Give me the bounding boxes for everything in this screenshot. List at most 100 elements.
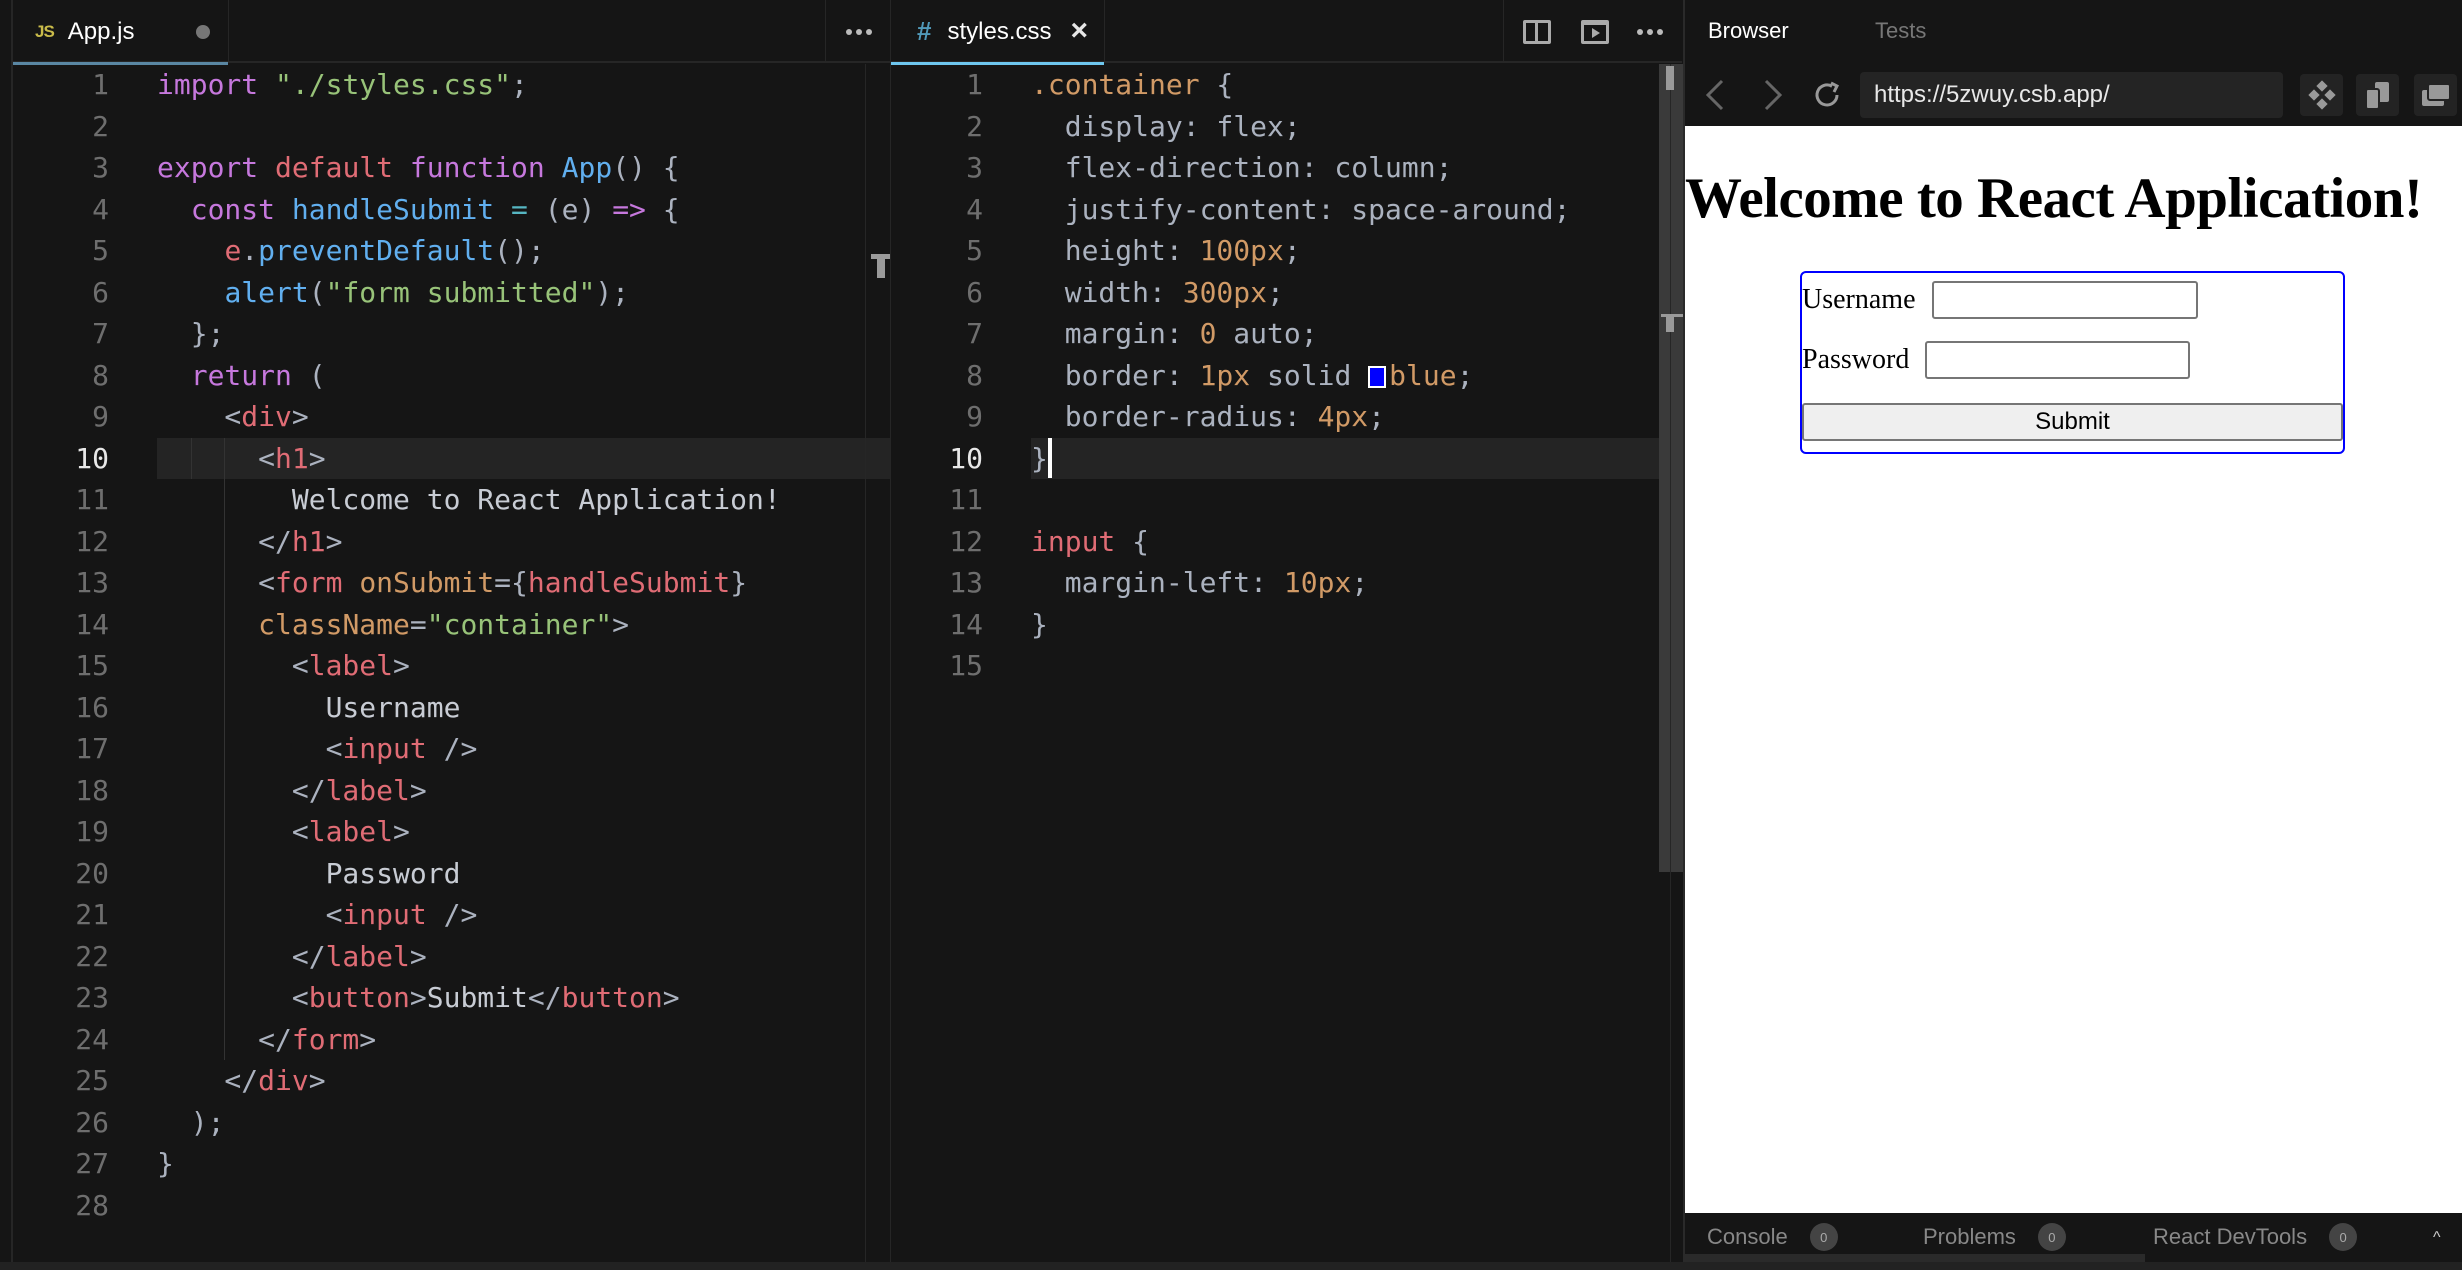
line-number: 14 (75, 607, 109, 641)
react-devtools-count-badge: 0 (2329, 1223, 2358, 1251)
code-editor-styles-css[interactable]: 1 .container {2 display: flex; 3 flex-dire… (891, 64, 1682, 1262)
code-line[interactable]: 27} (13, 1143, 890, 1185)
code-text: input { (1031, 524, 1150, 558)
code-line[interactable]: 19 <label> (13, 811, 890, 853)
line-number: 26 (75, 1105, 109, 1139)
code-line[interactable]: 13 margin-left: 10px; (891, 562, 1682, 604)
code-line[interactable]: 10} (891, 437, 1682, 479)
code-line[interactable]: 4 const handleSubmit = (e) => { (13, 189, 890, 231)
back-button[interactable] (1695, 72, 1735, 118)
indent-guide (224, 437, 225, 1060)
code-line[interactable]: 23 <button>Submit</button> (13, 977, 890, 1019)
color-swatch-icon[interactable] (1368, 365, 1387, 388)
code-line[interactable]: 9 border-radius: 4px; (891, 396, 1682, 438)
minimap-divider (865, 64, 866, 1262)
tab-problems[interactable]: Problems 0 (1923, 1223, 2066, 1251)
line-number: 17 (75, 732, 109, 765)
scroll-marker-stem (1666, 316, 1674, 332)
code-line[interactable]: 15 (891, 645, 1682, 687)
username-input[interactable] (1931, 281, 2198, 319)
code-line[interactable]: 22 </label> (13, 936, 890, 978)
code-line[interactable]: 1 import "./styles.css"; (13, 64, 890, 106)
code-text: const handleSubmit = (e) => { (190, 192, 680, 226)
url-input[interactable]: https://5zwuy.csb.app/ (1860, 72, 2283, 118)
code-line[interactable]: 13 <form onSubmit={handleSubmit} (13, 562, 890, 604)
line-number: 18 (75, 773, 109, 807)
code-editor-app-js[interactable]: 1 import "./styles.css"; 2 3 export default … (13, 64, 890, 1262)
code-line[interactable]: 11 Welcome to React Application! (13, 479, 890, 521)
code-line[interactable]: 15 <label> (13, 645, 890, 687)
tab-console[interactable]: Console 0 (1707, 1223, 1838, 1251)
copy-icon (2365, 82, 2389, 110)
password-label: Password (1802, 344, 1910, 375)
code-line[interactable]: 12 input { (891, 521, 1682, 563)
code-line[interactable]: 20 Password (13, 853, 890, 895)
tab-styles-css[interactable]: # styles.css × (891, 0, 1105, 65)
code-line[interactable]: 8 return ( (13, 355, 890, 397)
submit-button[interactable]: Submit (1802, 403, 2343, 441)
line-number: 7 (966, 317, 983, 350)
line-number: 4 (966, 192, 983, 226)
more-actions-button[interactable] (1617, 0, 1683, 63)
code-text: e.preventDefault(); (224, 234, 545, 267)
password-input[interactable] (1925, 341, 2191, 379)
code-line[interactable]: 11 (891, 479, 1682, 521)
code-line[interactable]: 28 (13, 1185, 890, 1227)
code-line[interactable]: 3 flex-direction: column; (891, 147, 1682, 189)
editor-tabbar: JS App.js (13, 0, 891, 65)
code-text: <input /> (157, 898, 478, 931)
code-line[interactable]: 17 <input /> (13, 728, 890, 770)
open-preview-icon[interactable] (1581, 20, 1609, 44)
code-line[interactable]: 6 alert("form submitted"); (13, 272, 890, 314)
tab-browser[interactable]: Browser (1708, 18, 1789, 44)
unsaved-dot-icon[interactable] (196, 25, 210, 39)
line-number: 10 (949, 441, 983, 475)
devtools-button[interactable] (2300, 74, 2343, 116)
more-actions-button[interactable] (825, 0, 891, 63)
code-line[interactable]: 14 className="container"> (13, 604, 890, 646)
code-line[interactable]: 16 Username (13, 687, 890, 729)
close-tab-icon[interactable]: × (1070, 14, 1088, 48)
code-text: className="container"> (258, 607, 630, 641)
code-line[interactable]: 2 display: flex; (891, 106, 1682, 148)
expand-panel-icon[interactable]: ^ (2433, 1229, 2441, 1247)
line-number: 13 (949, 566, 983, 599)
code-line[interactable]: 7 }; (13, 313, 890, 355)
vertical-scrollbar[interactable] (1659, 64, 1683, 872)
code-line[interactable]: 4 justify-content: space-around; (891, 189, 1682, 231)
code-line[interactable]: 7 margin: 0 auto; (891, 313, 1682, 355)
horizontal-scrollbar[interactable] (1685, 1254, 2145, 1262)
code-line[interactable]: 3 export default function App() { (13, 147, 890, 189)
windows-button[interactable] (2414, 74, 2457, 116)
code-line[interactable]: 1 .container { (891, 64, 1682, 106)
open-new-window-button[interactable] (2356, 74, 2399, 116)
line-number: 16 (75, 690, 109, 724)
code-line[interactable]: 14} (891, 604, 1682, 646)
preview-viewport: Welcome to React Application! Username P… (1685, 126, 2462, 1213)
split-editor-icon[interactable] (1523, 20, 1551, 44)
editor-pane-styles-css: # styles.css × 1 .container {2 display: f… (890, 0, 1683, 1262)
tab-react-devtools[interactable]: React DevTools 0 (2153, 1223, 2358, 1251)
tab-tests[interactable]: Tests (1875, 18, 1926, 44)
code-line[interactable]: 9 <div> (13, 396, 890, 438)
tab-label: App.js (67, 17, 135, 45)
code-line[interactable]: 26 ); (13, 1102, 890, 1144)
code-line[interactable]: 2 (13, 106, 890, 148)
code-line[interactable]: 5 height: 100px; (891, 230, 1682, 272)
code-text: Username (157, 690, 461, 724)
line-number: 6 (92, 275, 109, 309)
code-line[interactable]: 25 </div> (13, 1060, 890, 1102)
code-line[interactable]: 8 border: 1px solid blue; (891, 355, 1682, 397)
forward-button[interactable] (1753, 72, 1793, 118)
tab-app-js[interactable]: JS App.js (13, 0, 229, 65)
code-text: Welcome to React Application! (157, 483, 781, 516)
code-line[interactable]: 24 </form> (13, 1019, 890, 1061)
code-line[interactable]: 5 e.preventDefault(); (13, 230, 890, 272)
code-line[interactable]: 6 width: 300px; (891, 272, 1682, 314)
code-line[interactable]: 10 <h1> (13, 437, 890, 479)
devtools-tabbar: Console 0 Problems 0 React DevTools 0 ^ (1685, 1213, 2462, 1262)
code-line[interactable]: 21 <input /> (13, 894, 890, 936)
code-line[interactable]: 12 </h1> (13, 521, 890, 563)
reload-button[interactable] (1807, 72, 1847, 118)
code-line[interactable]: 18 </label> (13, 770, 890, 812)
